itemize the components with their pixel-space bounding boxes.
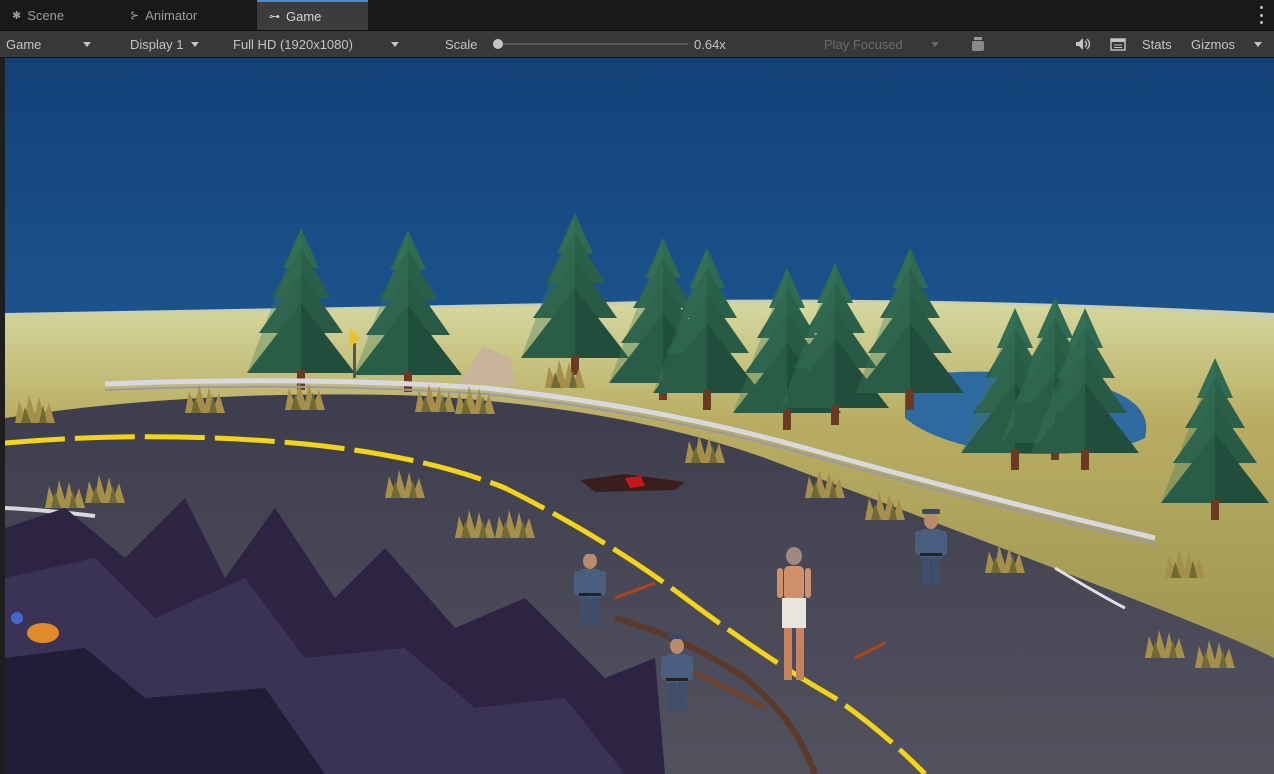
resolution-label: Full HD (1920x1080): [233, 36, 353, 52]
resolution-dropdown[interactable]: Full HD (1920x1080): [233, 31, 399, 57]
stats-button[interactable]: Stats: [1142, 31, 1172, 57]
editor-tab-bar: ✱ Scene ⊱ Animator ⊶ Game: [0, 0, 1274, 31]
tab-scene-label: Scene: [27, 7, 65, 23]
more-options-icon[interactable]: [1258, 6, 1264, 24]
gizmos-dropdown[interactable]: [1254, 31, 1262, 57]
animator-icon: ⊱: [130, 9, 140, 22]
chevron-down-icon: [191, 41, 200, 47]
layout-toggle-icon[interactable]: [1110, 31, 1126, 57]
gizmos-button[interactable]: Gizmos: [1191, 31, 1235, 57]
chevron-down-icon: [930, 41, 939, 47]
chevron-down-icon: [1254, 41, 1262, 47]
tab-game[interactable]: ⊶ Game: [257, 0, 368, 30]
game-scene-render: [5, 58, 1274, 774]
game-viewport[interactable]: [5, 58, 1274, 774]
tab-scene[interactable]: ✱ Scene: [0, 0, 118, 30]
tab-animator[interactable]: ⊱ Animator: [118, 0, 254, 30]
scale-slider-track[interactable]: [500, 43, 688, 45]
play-mode-dropdown[interactable]: Play Focused: [824, 31, 939, 57]
play-mode-label: Play Focused: [824, 36, 903, 52]
scale-slider-handle[interactable]: [493, 39, 503, 49]
gamepad-icon: ⊶: [269, 10, 280, 23]
view-mode-label: Game: [6, 36, 42, 52]
chevron-down-icon: [390, 41, 399, 47]
scene-icon: ✱: [12, 9, 22, 22]
tab-animator-label: Animator: [145, 7, 198, 23]
scale-label: Scale: [445, 36, 478, 52]
audio-mute-icon[interactable]: [1075, 31, 1091, 57]
chevron-down-icon: [83, 41, 92, 47]
view-mode-dropdown[interactable]: Game: [6, 31, 92, 57]
frame-debugger-icon[interactable]: [971, 31, 985, 57]
game-view-toolbar: Game Display 1 Full HD (1920x1080) Scale…: [0, 31, 1274, 58]
tab-game-label: Game: [286, 8, 322, 24]
scale-value: 0.64x: [694, 36, 726, 52]
display-label: Display 1: [130, 36, 184, 52]
display-dropdown[interactable]: Display 1: [130, 31, 200, 57]
